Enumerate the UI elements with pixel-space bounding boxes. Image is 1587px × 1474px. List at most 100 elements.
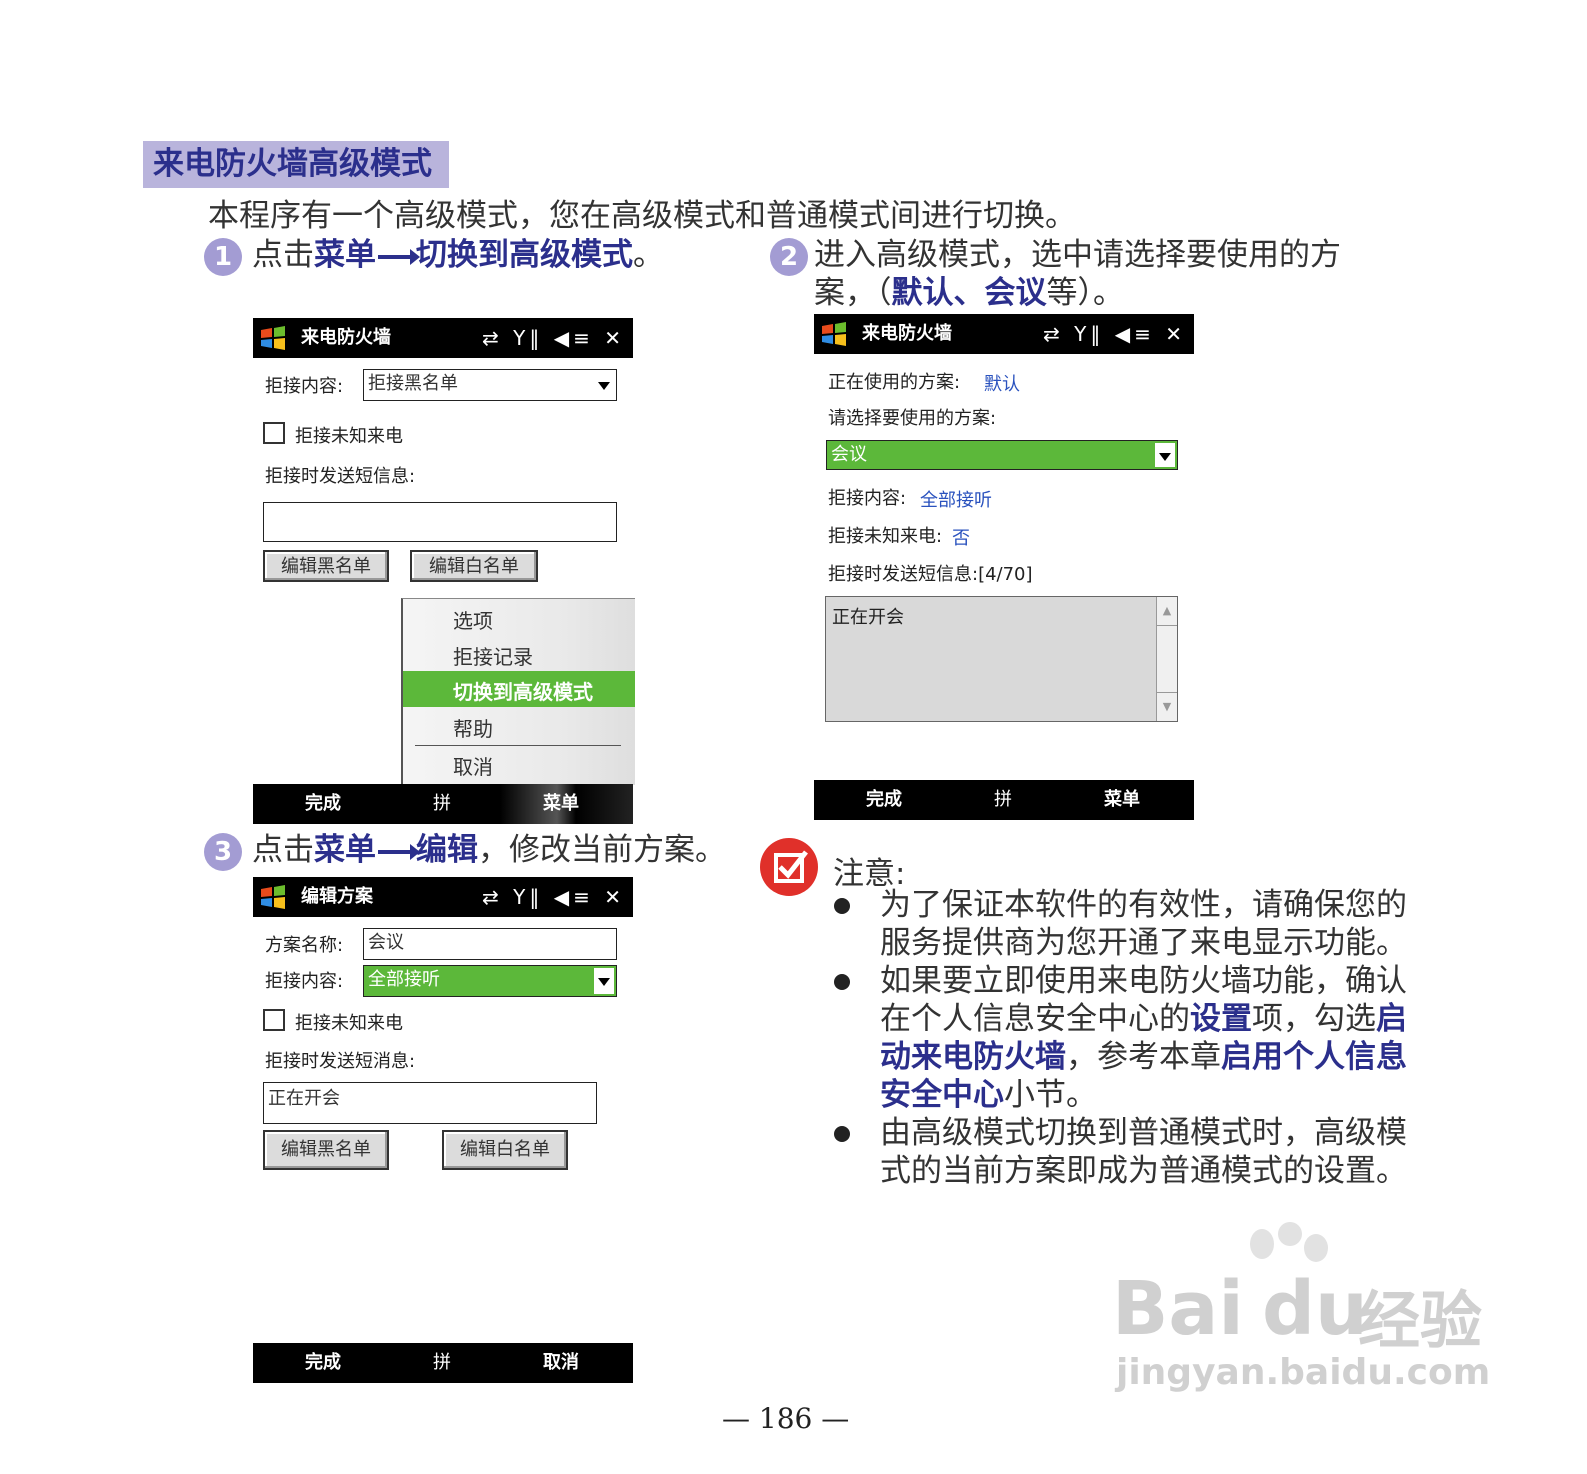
choose-plan-dropdown[interactable]: 会议 — [826, 440, 1178, 470]
step-2-line1: 进入高级模式，选中请选择要使用的方 — [814, 237, 1341, 273]
sms-input[interactable]: 正在开会 — [263, 1082, 597, 1124]
note-2-line-1: 如果要立即使用来电防火墙功能，确认 — [880, 963, 1407, 999]
reject-content-label: 拒接内容: — [265, 971, 344, 992]
scroll-up-icon[interactable]: ▲ — [1157, 597, 1177, 626]
softkey-cancel[interactable]: 取消 — [543, 1343, 579, 1383]
note-3-line-1: 由高级模式切换到普通模式时，高级模 — [880, 1115, 1407, 1151]
screen-2: 来电防火墙 ⇄ Y‖ ◀≡ ✕ 正在使用的方案: 默认 请选择要使用的方案: 会… — [814, 314, 1194, 820]
step-3-pre: 点击 — [252, 832, 314, 868]
step-1-post: 。 — [633, 237, 664, 273]
reject-unknown-label: 拒接未知来电: — [828, 526, 943, 547]
note-2-line-3: 动来电防火墙，参考本章启用个人信息 — [880, 1038, 1407, 1076]
note-2-l2-hl2: 启 — [1376, 1001, 1407, 1037]
menu-divider — [415, 745, 621, 746]
step-3-text: 点击菜单 编辑，修改当前方案。 — [252, 831, 726, 869]
arrow-icon — [378, 843, 420, 860]
chevron-down-icon[interactable] — [594, 372, 614, 398]
reject-content-dropdown[interactable]: 拒接黑名单 — [363, 369, 617, 401]
choose-plan-label: 请选择要使用的方案: — [828, 408, 997, 429]
step-1-number: 1 — [204, 238, 242, 276]
sms-input[interactable] — [263, 502, 617, 542]
windows-logo-icon[interactable] — [259, 883, 287, 911]
edit-whitelist-button[interactable]: 编辑白名单 — [442, 1130, 568, 1170]
reject-content-dropdown[interactable]: 全部接听 — [363, 965, 617, 997]
screen-1-softkey-bar: 完成 拼 菜单 — [253, 784, 633, 824]
reject-unknown-checkbox[interactable] — [263, 422, 285, 444]
step-2-line2-post: 等）。 — [1046, 275, 1125, 311]
step-3-number: 3 — [204, 833, 242, 871]
note-2-l3-hl2: 启用个人信息 — [1221, 1039, 1407, 1075]
status-icons[interactable]: ⇄ Y‖ ◀≡ ✕ — [1043, 314, 1186, 354]
watermark-brand: Bai — [1112, 1266, 1244, 1352]
menu-item-help[interactable]: 帮助 — [453, 713, 493, 742]
baidu-watermark: Bai du 经验 jingyan.baidu.com — [1112, 1222, 1490, 1402]
note-1-line-2: 服务提供商为您开通了来电显示功能。 — [880, 925, 1407, 961]
screen-2-titlebar: 来电防火墙 ⇄ Y‖ ◀≡ ✕ — [814, 314, 1194, 354]
bullet-icon — [834, 974, 850, 990]
softkey-input[interactable]: 拼 — [994, 780, 1012, 820]
note-2-l2-pre: 在个人信息安全中心的 — [880, 1001, 1190, 1037]
note-3: 由高级模式切换到普通模式时，高级模 式的当前方案即成为普通模式的设置。 — [880, 1114, 1407, 1190]
screen-3-titlebar: 编辑方案 ⇄ Y‖ ◀≡ ✕ — [253, 877, 633, 917]
step-3-menu: 菜单 — [314, 832, 376, 868]
reject-unknown-value: 否 — [952, 528, 970, 549]
step-1-menu: 菜单 — [314, 237, 376, 273]
chevron-down-icon[interactable] — [594, 968, 614, 994]
step-1-target: 切换到高级模式 — [416, 237, 633, 273]
plan-name-input[interactable]: 会议 — [363, 928, 617, 960]
menu-item-options[interactable]: 选项 — [453, 605, 493, 634]
softkey-input[interactable]: 拼 — [433, 1343, 451, 1383]
windows-logo-icon[interactable] — [820, 320, 848, 348]
softkey-input[interactable]: 拼 — [433, 784, 451, 824]
menu-item-reject-log[interactable]: 拒接记录 — [453, 641, 533, 670]
note-2-l4-post: 小节。 — [1004, 1077, 1097, 1113]
choose-plan-value: 会议 — [831, 444, 867, 465]
note-check-icon — [760, 838, 818, 896]
page-number: — 186 — — [722, 1402, 850, 1435]
windows-logo-icon[interactable] — [259, 324, 287, 352]
sms-label: 拒接时发送短信息: — [265, 466, 416, 487]
step-1-text: 点击菜单 切换到高级模式。 — [252, 236, 664, 274]
status-icons[interactable]: ⇄ Y‖ ◀≡ ✕ — [482, 318, 625, 358]
note-2: 如果要立即使用来电防火墙功能，确认 在个人信息安全中心的设置项，勾选启 动来电防… — [880, 962, 1407, 1114]
status-icons[interactable]: ⇄ Y‖ ◀≡ ✕ — [482, 877, 625, 917]
current-plan-label: 正在使用的方案: — [828, 372, 961, 393]
note-2-line-2: 在个人信息安全中心的设置项，勾选启 — [880, 1000, 1407, 1038]
softkey-menu[interactable]: 菜单 — [543, 784, 579, 824]
edit-blacklist-button[interactable]: 编辑黑名单 — [263, 550, 389, 582]
step-2-opt1: 默认 — [891, 275, 954, 311]
menu-item-advanced-label: 切换到高级模式 — [453, 680, 593, 704]
sms-textarea[interactable]: 正在开会 ▲ ▼ — [825, 596, 1178, 722]
reject-content-value: 全部接听 — [920, 490, 992, 511]
scrollbar[interactable]: ▲ ▼ — [1156, 597, 1177, 721]
sms-value: 正在开会 — [832, 607, 904, 628]
screen-3-softkey-bar: 完成 拼 取消 — [253, 1343, 633, 1383]
menu-item-cancel[interactable]: 取消 — [453, 751, 493, 780]
sms-label: 拒接时发送短消息: — [265, 1051, 416, 1072]
step-2-line2: 案，（默认、会议等）。 — [814, 274, 1124, 312]
edit-blacklist-button[interactable]: 编辑黑名单 — [263, 1130, 389, 1170]
menu-item-advanced-mode[interactable]: 切换到高级模式 — [403, 671, 635, 707]
screen-1-title: 来电防火墙 — [301, 327, 391, 348]
reject-unknown-label: 拒接未知来电 — [295, 426, 403, 447]
softkey-done[interactable]: 完成 — [305, 784, 341, 824]
note-3-line-2: 式的当前方案即成为普通模式的设置。 — [880, 1153, 1407, 1189]
softkey-done[interactable]: 完成 — [305, 1343, 341, 1383]
note-2-l3-hl: 动来电防火墙 — [880, 1039, 1066, 1075]
chevron-down-icon[interactable] — [1155, 443, 1175, 467]
reject-unknown-checkbox[interactable] — [263, 1009, 285, 1031]
scroll-down-icon[interactable]: ▼ — [1157, 692, 1177, 721]
sms-label: 拒接时发送短信息:[4/70] — [828, 564, 1033, 585]
reject-unknown-label: 拒接未知来电 — [295, 1013, 403, 1034]
screen-3: 编辑方案 ⇄ Y‖ ◀≡ ✕ 方案名称: 会议 拒接内容: 全部接听 拒接未知来… — [253, 877, 633, 1383]
bullet-icon — [834, 898, 850, 914]
intro-text: 本程序有一个高级模式，您在高级模式和普通模式间进行切换。 — [208, 198, 1076, 234]
step-3-post: ，修改当前方案。 — [478, 832, 726, 868]
edit-whitelist-button[interactable]: 编辑白名单 — [410, 550, 538, 582]
softkey-done[interactable]: 完成 — [866, 780, 902, 820]
note-2-line-4: 安全中心小节。 — [880, 1076, 1407, 1114]
softkey-menu[interactable]: 菜单 — [1104, 780, 1140, 820]
watermark-brand-2: du — [1262, 1266, 1368, 1352]
reject-content-value: 拒接黑名单 — [368, 373, 458, 394]
step-1-pre: 点击 — [252, 237, 314, 273]
